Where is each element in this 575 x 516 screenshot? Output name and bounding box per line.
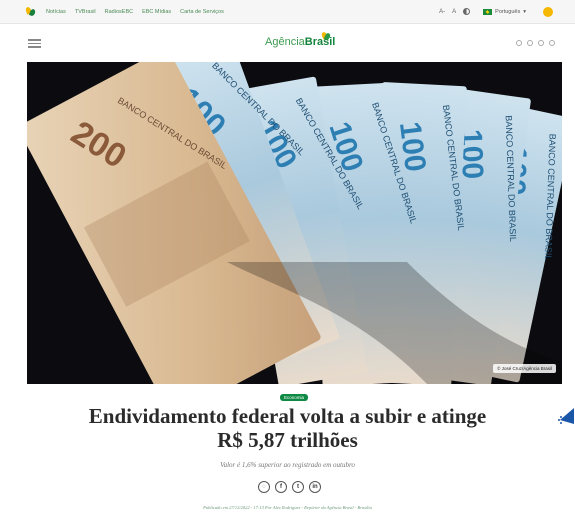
article-headline: Endividamento federal volta a subir e at… — [40, 404, 535, 452]
header-social-icons — [516, 40, 555, 46]
increase-font-button[interactable]: A — [452, 9, 456, 15]
contrast-icon[interactable] — [463, 8, 471, 15]
brand-light-text: Agência — [265, 36, 305, 48]
top-link-carta-servicos[interactable]: Carta de Serviços — [180, 9, 224, 15]
top-nav-links: Notícias TVBrasil RadiosEBC EBC Mídias C… — [46, 9, 224, 15]
facebook-icon[interactable]: f — [275, 481, 287, 493]
brazil-flag-icon — [483, 8, 493, 15]
top-link-tvbrasil[interactable]: TVBrasil — [75, 9, 96, 15]
whatsapp-icon[interactable]: ◌ — [258, 481, 270, 493]
search-icon[interactable] — [549, 40, 555, 46]
language-selector[interactable]: Português ▾ — [483, 8, 526, 15]
twitter-icon[interactable] — [538, 40, 544, 46]
top-link-ebc-midias[interactable]: EBC Mídias — [142, 9, 171, 15]
instagram-icon[interactable] — [527, 40, 533, 46]
banknotes-photo: 100 BANCO CENTRAL DO BRASIL 100 BANCO CE… — [27, 62, 562, 384]
vlibras-widget-icon[interactable] — [556, 406, 575, 426]
site-header: AgênciaBrasil — [0, 24, 575, 62]
ebc-logo-icon[interactable] — [24, 5, 37, 17]
article-subheadline: Valor é 1,6% superior ao registrado em o… — [220, 461, 355, 469]
accessibility-controls: A- A Português ▾ — [439, 6, 553, 17]
language-label: Português — [495, 8, 521, 15]
hero-image: 100 BANCO CENTRAL DO BRASIL 100 BANCO CE… — [27, 62, 562, 384]
twitter-icon[interactable]: t — [292, 481, 304, 493]
top-utility-bar: Notícias TVBrasil RadiosEBC EBC Mídias C… — [0, 0, 575, 24]
photo-credit: © José Cruz/Agência Brasil — [493, 364, 556, 373]
top-link-radiosebc[interactable]: RadiosEBC — [105, 9, 133, 15]
category-badge[interactable]: Economia — [280, 394, 309, 401]
facebook-icon[interactable] — [516, 40, 522, 46]
share-buttons: ◌ f t in — [258, 481, 321, 493]
brand-bold-text: Brasil — [304, 36, 336, 48]
accessibility-icon[interactable] — [543, 6, 553, 17]
headline-line-2: R$ 5,87 trilhões — [217, 428, 358, 452]
chevron-down-icon: ▾ — [523, 8, 526, 15]
menu-icon[interactable] — [28, 39, 41, 48]
brand-leaf-icon — [320, 31, 332, 41]
linkedin-icon[interactable]: in — [309, 481, 321, 493]
headline-line-1: Endividamento federal volta a subir e at… — [88, 404, 487, 428]
article-byline: Publicado em 27/12/2022 - 17:13 Por Alex… — [203, 505, 372, 510]
top-link-noticias[interactable]: Notícias — [46, 9, 66, 15]
decrease-font-button[interactable]: A- — [439, 9, 445, 15]
